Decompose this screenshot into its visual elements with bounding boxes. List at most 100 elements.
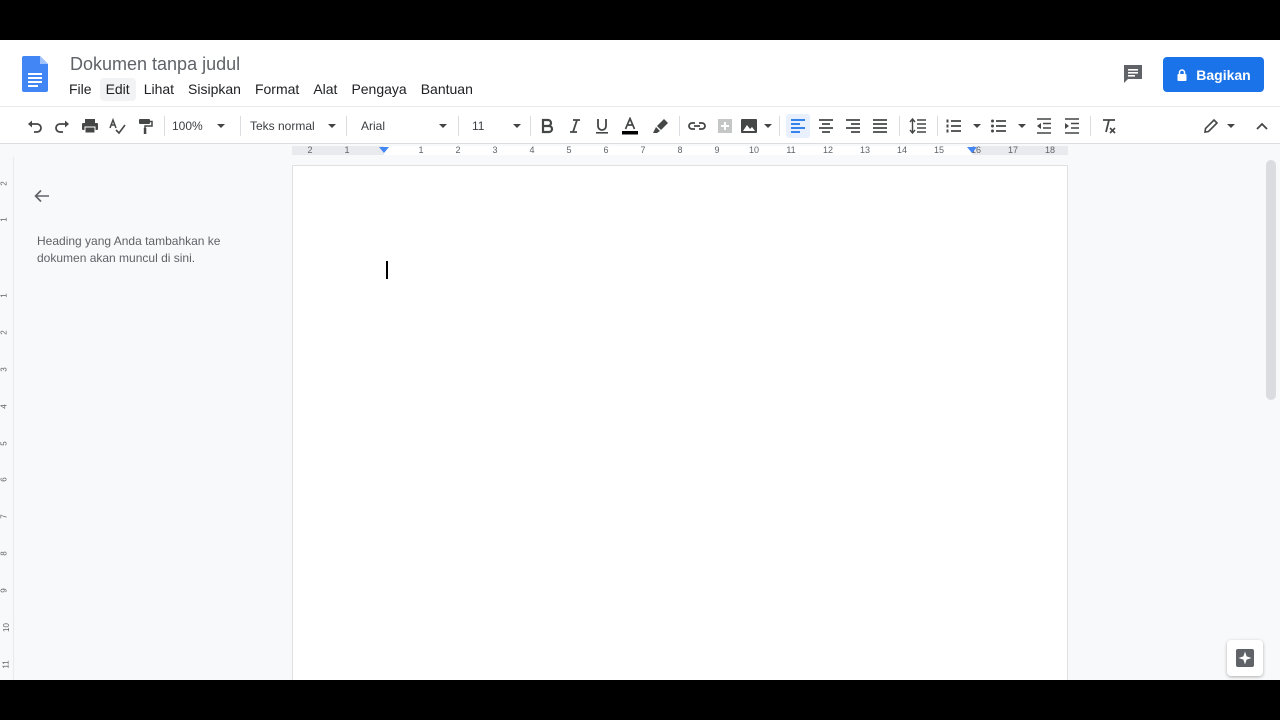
vertical-scrollbar[interactable] <box>1266 160 1276 400</box>
toolbar-separator <box>346 116 347 136</box>
chevron-down-icon <box>217 124 225 128</box>
ruler-number: 1 <box>418 145 424 155</box>
ruler-number: 7 <box>640 145 646 155</box>
left-indent-marker[interactable] <box>379 147 389 153</box>
justify-button[interactable] <box>869 114 891 138</box>
editing-mode-button[interactable] <box>1202 114 1238 138</box>
share-button[interactable]: Bagikan <box>1163 57 1264 92</box>
align-center-button[interactable] <box>815 114 837 138</box>
ruler-number: 3 <box>0 367 9 372</box>
menu-edit[interactable]: Edit <box>99 78 136 101</box>
numbered-list-button[interactable] <box>945 114 983 138</box>
redo-button[interactable] <box>51 114 73 138</box>
chevron-down-icon <box>513 124 521 128</box>
font-value: Arial <box>361 119 386 133</box>
arrow-back-icon[interactable] <box>33 187 51 205</box>
ruler-number: 10 <box>1 623 11 632</box>
align-right-button[interactable] <box>842 114 864 138</box>
pencil-icon <box>1204 118 1219 133</box>
right-indent-marker[interactable] <box>967 147 977 153</box>
paint-format-button[interactable] <box>134 114 156 138</box>
align-left-button[interactable] <box>786 114 810 138</box>
collapse-menus-button[interactable] <box>1251 114 1273 138</box>
increase-indent-icon <box>1065 118 1079 134</box>
menu-help[interactable]: Bantuan <box>415 78 479 101</box>
clear-formatting-icon <box>1103 119 1116 134</box>
insert-link-button[interactable] <box>686 114 708 138</box>
document-page[interactable] <box>292 165 1068 680</box>
document-outline-panel: Heading yang Anda tambahkan ke dokumen a… <box>14 157 290 680</box>
font-size-select[interactable]: 11 <box>472 114 526 138</box>
chevron-down-icon <box>764 124 772 128</box>
italic-button[interactable] <box>565 114 585 138</box>
menu-view[interactable]: Lihat <box>138 78 180 101</box>
docs-logo-icon[interactable] <box>22 56 48 92</box>
highlight-icon <box>653 119 668 133</box>
ruler-number: 4 <box>529 145 535 155</box>
line-spacing-button[interactable] <box>907 114 929 138</box>
ruler-number: 8 <box>0 551 9 556</box>
ruler-number: 6 <box>0 477 9 482</box>
explore-icon <box>1236 649 1254 667</box>
ruler-number: 5 <box>566 145 572 155</box>
bulleted-list-button[interactable] <box>990 114 1028 138</box>
paragraph-style-select[interactable]: Teks normal <box>250 114 342 138</box>
menu-insert[interactable]: Sisipkan <box>182 78 247 101</box>
explore-button[interactable] <box>1227 640 1263 676</box>
highlight-color-button[interactable] <box>650 114 672 138</box>
clear-formatting-button[interactable] <box>1098 114 1120 138</box>
menu-file[interactable]: File <box>63 78 98 101</box>
share-label: Bagikan <box>1196 66 1251 83</box>
bold-button[interactable] <box>537 114 557 138</box>
ruler-number: 7 <box>0 514 9 519</box>
ruler-number: 5 <box>0 441 9 446</box>
line-spacing-icon <box>909 117 926 135</box>
ruler-number: 17 <box>1007 145 1018 155</box>
menu-tools[interactable]: Alat <box>307 78 343 101</box>
toolbar-separator <box>240 116 241 136</box>
font-select[interactable]: Arial <box>361 114 453 138</box>
zoom-select[interactable]: 100% <box>172 114 234 138</box>
toolbar-separator <box>679 116 680 136</box>
insert-image-button[interactable] <box>740 114 774 138</box>
text-color-button[interactable] <box>619 114 641 138</box>
decrease-indent-icon <box>1037 118 1051 134</box>
ruler-number: 13 <box>859 145 870 155</box>
outline-empty-message: Heading yang Anda tambahkan ke dokumen a… <box>37 234 221 265</box>
link-icon <box>688 122 706 130</box>
underline-icon <box>596 119 608 134</box>
print-icon <box>82 119 98 134</box>
decrease-indent-button[interactable] <box>1033 114 1055 138</box>
chevron-down-icon <box>439 124 447 128</box>
menu-format[interactable]: Format <box>249 78 305 101</box>
increase-indent-button[interactable] <box>1061 114 1083 138</box>
insert-comment-button[interactable] <box>714 114 736 138</box>
redo-icon <box>55 120 69 133</box>
lock-icon <box>1177 68 1187 81</box>
ruler-number: 1 <box>344 145 350 155</box>
italic-icon <box>570 119 580 133</box>
docs-app: Dokumen tanpa judul File Edit Lihat Sisi… <box>0 40 1280 680</box>
zoom-value: 100% <box>172 119 203 133</box>
chevron-down-icon <box>1227 124 1235 128</box>
toolbar-separator <box>779 116 780 136</box>
ruler-number: 1 <box>0 293 9 298</box>
ruler-number: 2 <box>0 181 9 186</box>
ruler-number: 14 <box>896 145 907 155</box>
comment-icon[interactable] <box>1121 62 1145 86</box>
vertical-ruler[interactable]: 2 1 1 2 3 4 5 6 7 8 9 10 11 <box>0 157 14 680</box>
paint-format-icon <box>139 119 153 134</box>
ruler-number: 18 <box>1044 145 1055 155</box>
toolbar: 100% Teks normal Arial 11 <box>0 106 1280 144</box>
ruler-number: 2 <box>0 330 9 335</box>
document-title[interactable]: Dokumen tanpa judul <box>70 54 240 75</box>
text-cursor <box>386 261 388 279</box>
menu-addons[interactable]: Pengaya <box>345 78 412 101</box>
ruler-number: 11 <box>786 145 796 155</box>
horizontal-ruler[interactable]: 2 1 1 2 3 4 5 6 7 8 9 10 11 12 13 14 15 … <box>0 144 1280 157</box>
print-button[interactable] <box>79 114 101 138</box>
underline-button[interactable] <box>592 114 612 138</box>
spellcheck-button[interactable] <box>106 114 128 138</box>
image-icon <box>741 119 757 133</box>
undo-button[interactable] <box>24 114 46 138</box>
